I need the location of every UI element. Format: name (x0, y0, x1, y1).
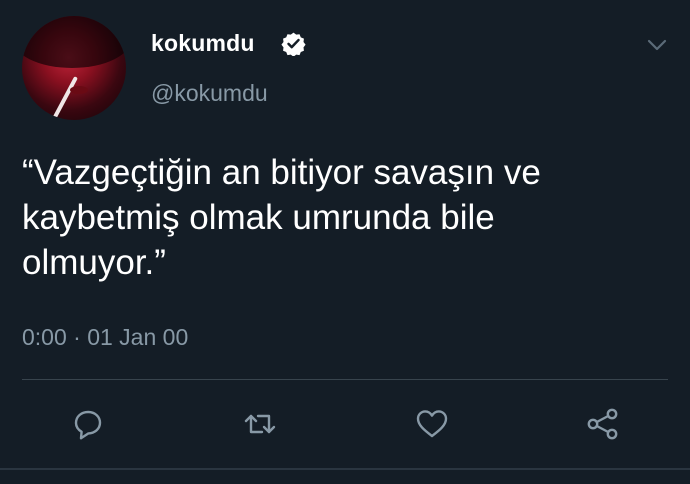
verified-badge-icon (281, 32, 306, 56)
tweet-timestamp[interactable]: 0:00 · 01 Jan 00 (22, 324, 188, 351)
avatar[interactable] (22, 16, 126, 120)
reply-icon (74, 410, 102, 440)
tweet-text: “Vazgeçtiğin an bitiyor savaşın ve kaybe… (22, 150, 672, 285)
retweet-button[interactable] (240, 404, 280, 444)
tweet-text-line: “Vazgeçtiğin an bitiyor savaşın ve (22, 153, 541, 192)
tweet-card: kokumdu @kokumdu “Vazgeçtiğin an bitiyor… (0, 0, 690, 484)
like-button[interactable] (412, 404, 452, 444)
bottom-border (0, 468, 690, 470)
chevron-down-icon[interactable] (644, 36, 670, 54)
display-name[interactable]: kokumdu (151, 30, 255, 57)
divider (22, 379, 668, 380)
user-handle[interactable]: @kokumdu (151, 80, 268, 107)
avatar-lips-shape (70, 86, 88, 94)
share-icon (587, 408, 618, 440)
reply-button[interactable] (68, 404, 108, 444)
avatar-hair-shape (22, 16, 126, 68)
tweet-text-line: olmuyor.” (22, 243, 166, 282)
avatar-straw-shape (50, 76, 78, 120)
tweet-text-line: kaybetmiş olmak umrunda bile (22, 198, 495, 237)
share-button[interactable] (583, 404, 623, 444)
retweet-icon (244, 414, 276, 434)
like-icon (416, 410, 448, 438)
